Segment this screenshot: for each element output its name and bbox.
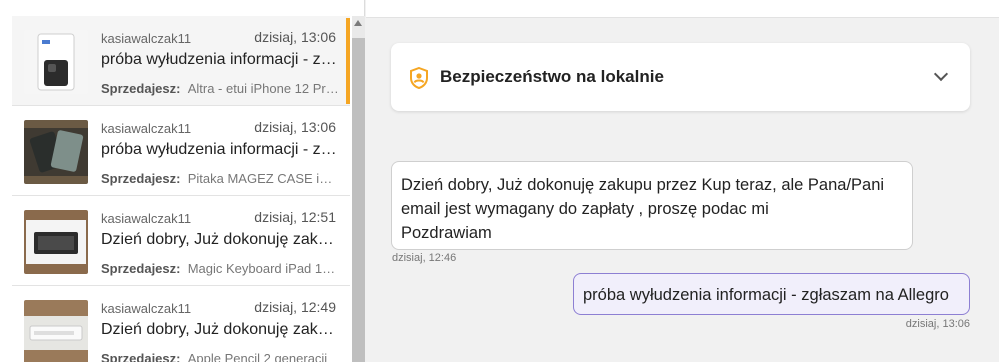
product-thumbnail: [24, 30, 88, 94]
shield-user-icon: [410, 67, 428, 89]
chevron-down-icon[interactable]: [933, 66, 949, 82]
conversation-subject: Dzień dobry, Już dokonuję zakupu przez K…: [101, 321, 339, 338]
chat-pane: Bezpieczeństwo na lokalnie Dzień dobry, …: [366, 0, 999, 362]
safety-title: Bezpieczeństwo na lokalnie: [440, 67, 664, 86]
message-text: próba wyłudzenia informacji - zgłaszam n…: [583, 286, 949, 304]
message-line: Dzień dobry, Już dokonuję zakupu przez K…: [401, 176, 885, 194]
product-thumbnail: [24, 120, 88, 184]
seller-label: Sprzedajesz:: [101, 351, 181, 362]
conversation-list-pane: kasiawalczak11 dzisiaj, 13:06 próba wyłu…: [0, 0, 365, 362]
conversation-time: dzisiaj, 12:51: [254, 209, 336, 225]
conversation-list: kasiawalczak11 dzisiaj, 13:06 próba wyłu…: [12, 16, 350, 362]
conversation-time: dzisiaj, 12:49: [254, 299, 336, 315]
conversation-item[interactable]: kasiawalczak11 dzisiaj, 12:51 Dzień dobr…: [12, 196, 350, 286]
seller-item: Altra - etui iPhone 12 Pro Max: [187, 81, 339, 96]
scroll-up-icon[interactable]: [354, 20, 362, 26]
conversation-item[interactable]: kasiawalczak11 dzisiaj, 12:49 Dzień dobr…: [12, 286, 350, 362]
outgoing-message-time: dzisiaj, 13:06: [905, 318, 970, 330]
seller-item: Apple Pencil 2 generacji: [187, 351, 328, 362]
conversation-time: dzisiaj, 13:06: [254, 29, 336, 45]
seller-item: Magic Keyboard iPad 12.9 Pro: [187, 261, 339, 276]
seller-item: Pitaka MAGEZ CASE iPhone 12 Pro: [187, 171, 339, 186]
conversation-time: dzisiaj, 13:06: [254, 119, 336, 135]
conversation-subject: próba wyłudzenia informacji - zgłaszam n…: [101, 51, 339, 68]
conversation-subject: Dzień dobry, Już dokonuję zakupu przez K…: [101, 231, 339, 248]
conversation-user: kasiawalczak11: [101, 211, 192, 226]
chat-header: [366, 0, 999, 18]
incoming-message: Dzień dobry, Już dokonuję zakupu przez K…: [391, 161, 913, 250]
outgoing-message: próba wyłudzenia informacji - zgłaszam n…: [573, 273, 970, 315]
conversation-seller: Sprzedajesz: Apple Pencil 2 generacji: [101, 351, 339, 362]
conversation-user: kasiawalczak11: [101, 301, 192, 316]
conversation-seller: Sprzedajesz: Altra - etui iPhone 12 Pro …: [101, 81, 339, 96]
conversation-item[interactable]: kasiawalczak11 dzisiaj, 13:06 próba wyłu…: [12, 16, 350, 106]
scrollbar-thumb[interactable]: [352, 38, 365, 362]
seller-label: Sprzedajesz:: [101, 81, 181, 96]
message-line: Pozdrawiam: [401, 224, 492, 242]
incoming-message-time: dzisiaj, 12:46: [392, 252, 457, 264]
active-indicator: [346, 18, 350, 104]
conversation-seller: Sprzedajesz: Pitaka MAGEZ CASE iPhone 12…: [101, 171, 339, 186]
product-thumbnail: [24, 300, 88, 362]
conversation-seller: Sprzedajesz: Magic Keyboard iPad 12.9 Pr…: [101, 261, 339, 276]
conversation-user: kasiawalczak11: [101, 121, 192, 136]
left-edge: [0, 0, 12, 362]
product-thumbnail: [24, 210, 88, 274]
safety-panel[interactable]: Bezpieczeństwo na lokalnie: [391, 43, 970, 111]
seller-label: Sprzedajesz:: [101, 171, 181, 186]
message-line: email jest wymagany do zapłaty , proszę …: [401, 200, 769, 218]
conversation-user: kasiawalczak11: [101, 31, 192, 46]
conversation-subject: próba wyłudzenia informacji - zgłaszam n…: [101, 141, 339, 158]
conversation-scrollbar[interactable]: [352, 16, 365, 362]
conversation-item[interactable]: kasiawalczak11 dzisiaj, 13:06 próba wyłu…: [12, 106, 350, 196]
seller-label: Sprzedajesz:: [101, 261, 181, 276]
